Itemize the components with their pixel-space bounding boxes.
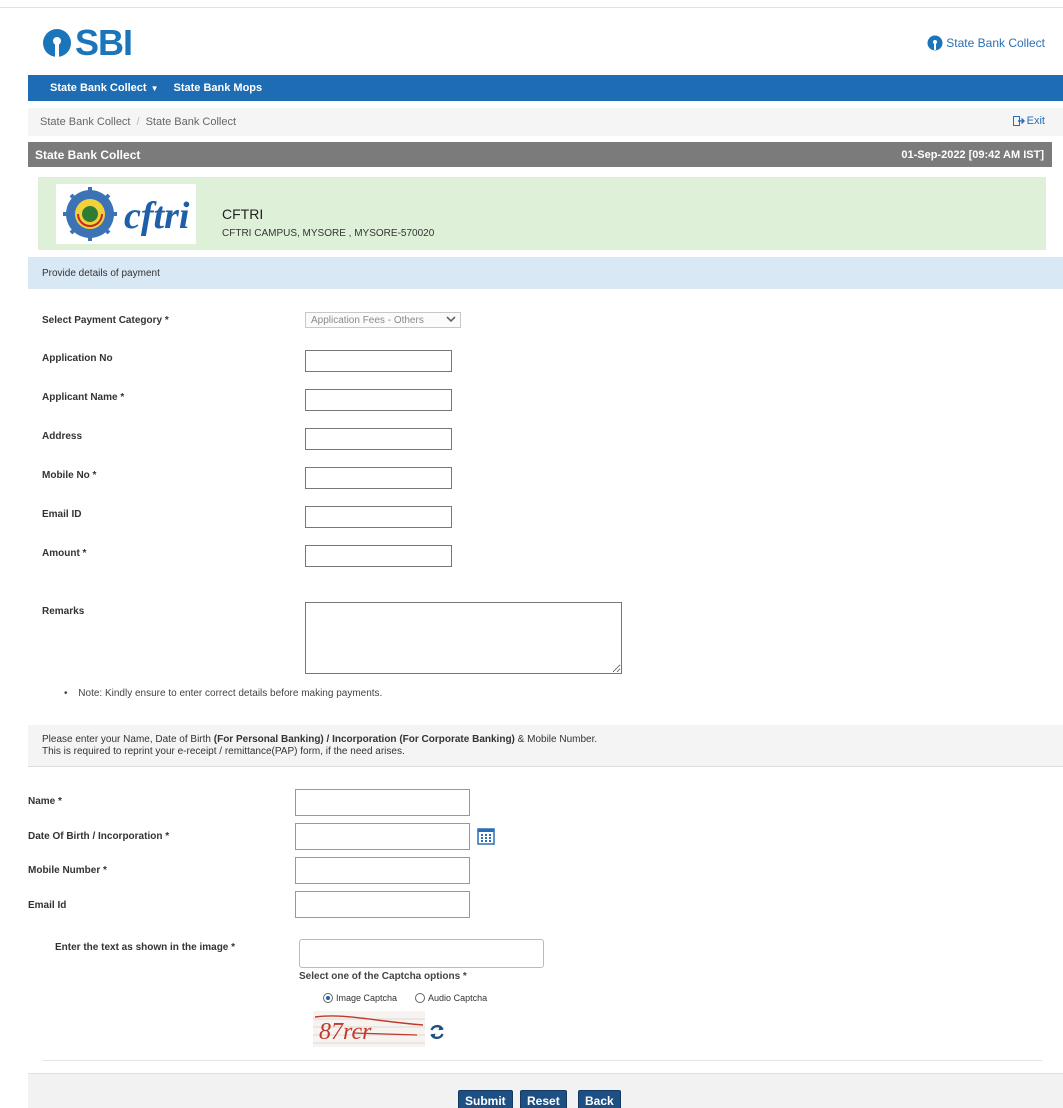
merchant-info-box: cftri CFTRI CFTRI CAMPUS, MYSORE , MYSOR… — [38, 177, 1046, 250]
page-title: State Bank Collect — [35, 147, 141, 162]
captcha-image: 87rcr — [313, 1011, 425, 1047]
sbi-logo-text: SBI — [75, 22, 133, 63]
audio-captcha-label: Audio Captcha — [428, 993, 488, 1003]
note-text: • Note: Kindly ensure to enter correct d… — [64, 688, 382, 699]
bullet-icon: • — [64, 688, 68, 699]
payment-category-label: Select Payment Category * — [42, 315, 169, 326]
state-bank-collect-brand[interactable]: State Bank Collect — [927, 35, 1045, 51]
divider — [42, 1060, 1042, 1061]
exit-link[interactable]: Exit — [1012, 115, 1045, 127]
captcha-text: 87rcr — [319, 1019, 372, 1045]
amount-label: Amount * — [42, 548, 87, 559]
nav-item-state-bank-mops[interactable]: State Bank Mops — [174, 82, 263, 94]
captcha-options: Image Captcha Audio Captcha — [323, 993, 505, 1003]
payment-category-select[interactable]: Application Fees - Others — [305, 312, 461, 328]
mobile-number-input[interactable] — [295, 857, 470, 884]
calendar-icon[interactable] — [477, 827, 495, 848]
submit-button[interactable]: Submit — [458, 1090, 513, 1108]
reprint-info-line1: Please enter your Name, Date of Birth (F… — [42, 734, 1049, 746]
dob-label: Date Of Birth / Incorporation * — [28, 831, 170, 842]
image-captcha-option[interactable]: Image Captcha — [323, 993, 397, 1003]
cftri-logo: cftri — [56, 184, 196, 244]
address-label: Address — [42, 431, 83, 442]
main-navbar: State Bank Collect ▼ State Bank Mops — [28, 75, 1063, 101]
sbi-logo[interactable]: SBI — [42, 22, 133, 63]
name-input[interactable] — [295, 789, 470, 816]
remarks-label: Remarks — [42, 606, 85, 617]
nav-item-state-bank-collect[interactable]: State Bank Collect ▼ — [50, 82, 159, 94]
applicant-name-input[interactable] — [305, 389, 452, 411]
payment-section-heading: Provide details of payment — [28, 257, 1063, 289]
captcha-input[interactable] — [299, 939, 544, 968]
dob-input[interactable] — [295, 823, 470, 850]
image-captcha-label: Image Captcha — [336, 993, 398, 1003]
reprint-text-bold: (For Personal Banking) / Incorporation (… — [213, 734, 515, 745]
merchant-name: CFTRI — [222, 206, 264, 222]
sbi-logo-icon — [43, 29, 71, 58]
remarks-textarea[interactable] — [305, 602, 622, 674]
captcha-options-label: Select one of the Captcha options * — [299, 971, 467, 982]
mobile-no-input[interactable] — [305, 467, 452, 489]
nav-item-label: State Bank Mops — [173, 82, 263, 94]
mobile-number-label: Mobile Number * — [28, 865, 107, 876]
nav-item-label: State Bank Collect — [50, 82, 147, 94]
application-no-label: Application No — [42, 353, 113, 364]
cftri-logo-text: cftri — [124, 195, 190, 237]
radio-selected-icon[interactable] — [323, 993, 333, 1003]
breadcrumb-separator: / — [136, 116, 140, 128]
amount-input[interactable] — [305, 545, 452, 567]
breadcrumb-item: State Bank Collect — [145, 116, 237, 128]
note-content: Note: Kindly ensure to enter correct det… — [78, 688, 383, 699]
application-no-input[interactable] — [305, 350, 452, 372]
name-label: Name * — [28, 796, 62, 807]
reprint-text: & Mobile Number. — [514, 734, 598, 745]
reprint-info-box: Please enter your Name, Date of Birth (F… — [28, 725, 1063, 767]
email-id-input-2[interactable] — [295, 891, 470, 918]
email-id-label: Email ID — [42, 509, 82, 520]
radio-unselected-icon[interactable] — [415, 993, 426, 1003]
back-button[interactable]: Back — [578, 1090, 621, 1108]
select-value: Application Fees - Others — [311, 314, 424, 326]
captcha-label: Enter the text as shown in the image * — [55, 942, 236, 953]
brand-right-text: State Bank Collect — [946, 36, 1045, 50]
refresh-captcha-icon[interactable] — [428, 1023, 446, 1044]
section-heading-text: Provide details of payment — [42, 267, 160, 279]
reprint-info-line2: This is required to reprint your e-recei… — [42, 746, 405, 757]
page-title-bar: State Bank Collect 01-Sep-2022 [09:42 AM… — [28, 142, 1052, 167]
exit-label: Exit — [1026, 115, 1045, 127]
chevron-down-icon — [446, 314, 456, 327]
cftri-emblem-icon: cftri — [63, 187, 190, 241]
top-border — [0, 0, 1063, 8]
address-input[interactable] — [305, 428, 452, 450]
sign-out-icon — [1012, 116, 1025, 126]
audio-captcha-option[interactable]: Audio Captcha — [415, 993, 487, 1003]
timestamp: 01-Sep-2022 [09:42 AM IST] — [901, 148, 1044, 161]
caret-down-icon: ▼ — [150, 83, 159, 93]
merchant-address: CFTRI CAMPUS, MYSORE , MYSORE-570020 — [222, 228, 435, 239]
email-id-input[interactable] — [305, 506, 452, 528]
reset-button[interactable]: Reset — [520, 1090, 567, 1108]
mobile-no-label: Mobile No * — [42, 470, 97, 481]
reprint-text: Please enter your Name, Date of Birth — [42, 734, 214, 745]
sbi-small-logo-icon — [927, 35, 943, 51]
breadcrumb: State Bank Collect / State Bank Collect … — [28, 108, 1063, 136]
breadcrumb-item[interactable]: State Bank Collect — [40, 116, 131, 128]
email-id-label-2: Email Id — [28, 900, 67, 911]
applicant-name-label: Applicant Name * — [42, 392, 125, 403]
